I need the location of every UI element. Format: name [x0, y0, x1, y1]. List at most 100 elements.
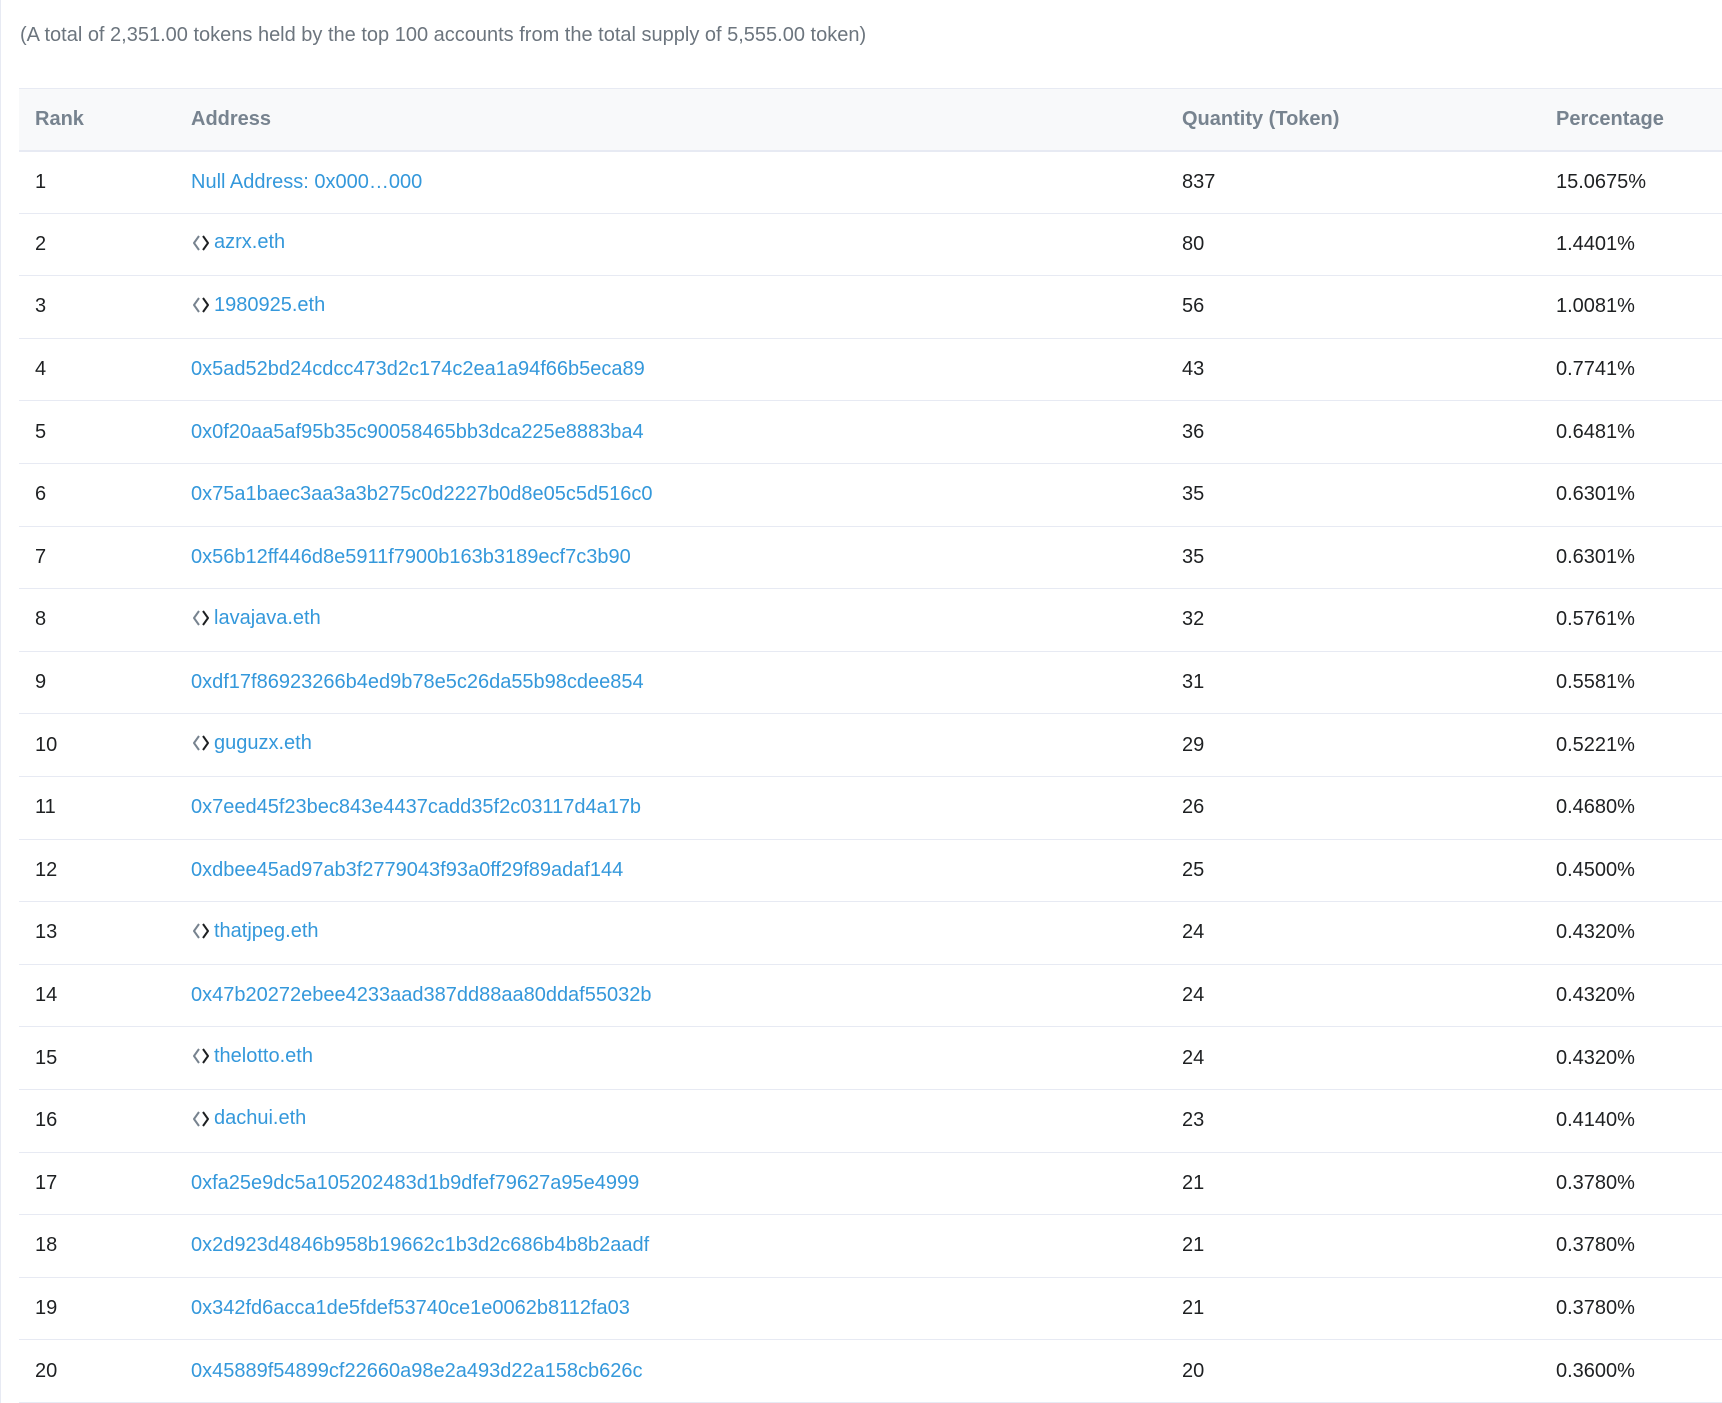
- address-link[interactable]: dachui.eth: [191, 1107, 306, 1130]
- quantity-cell: 31: [1166, 651, 1540, 714]
- address-text: thatjpeg.eth: [214, 919, 319, 942]
- percentage-value: 0.3780%: [1556, 1296, 1635, 1319]
- table-row: 12 0xdbee45ad97ab3f2779043f93a0ff29f89ad…: [19, 839, 1722, 902]
- quantity-value: 31: [1182, 671, 1205, 694]
- table-row: 20 0x45889f54899cf22660a98e2a493d22a158c…: [19, 1340, 1722, 1403]
- percentage-value: 0.4680%: [1556, 796, 1635, 819]
- percentage-value: 0.4320%: [1556, 921, 1635, 944]
- address-text: 0x47b20272ebee4233aad387dd88aa80ddaf5503…: [191, 984, 652, 1007]
- percentage-value: 1.4401%: [1556, 232, 1635, 255]
- percentage-cell: 0.6481%: [1540, 401, 1722, 464]
- address-link[interactable]: 0xdbee45ad97ab3f2779043f93a0ff29f89adaf1…: [191, 859, 623, 882]
- rank-value: 19: [35, 1296, 58, 1319]
- rank-cell: 9: [19, 651, 175, 714]
- ens-icon: [191, 734, 211, 752]
- address-link[interactable]: 1980925.eth: [191, 294, 325, 317]
- quantity-value: 43: [1182, 358, 1205, 381]
- ens-icon: [191, 296, 211, 314]
- address-link[interactable]: 0x0f20aa5af95b35c90058465bb3dca225e8883b…: [191, 421, 644, 444]
- percentage-value: 0.3780%: [1556, 1171, 1635, 1194]
- address-link[interactable]: guguzx.eth: [191, 732, 312, 755]
- rank-value: 13: [35, 921, 58, 944]
- address-cell: 0x5ad52bd24cdcc473d2c174c2ea1a94f66b5eca…: [175, 338, 1166, 401]
- table-row: 18 0x2d923d4846b958b19662c1b3d2c686b4b8b…: [19, 1215, 1722, 1278]
- percentage-cell: 0.3780%: [1540, 1215, 1722, 1278]
- address-link[interactable]: 0x342fd6acca1de5fdef53740ce1e0062b8112fa…: [191, 1297, 630, 1320]
- address-link[interactable]: 0x2d923d4846b958b19662c1b3d2c686b4b8b2aa…: [191, 1234, 649, 1257]
- rank-value: 10: [35, 733, 58, 756]
- percentage-cell: 0.3780%: [1540, 1152, 1722, 1215]
- address-link[interactable]: 0x47b20272ebee4233aad387dd88aa80ddaf5503…: [191, 984, 651, 1007]
- quantity-value: 80: [1182, 232, 1205, 255]
- percentage-cell: 0.6301%: [1540, 463, 1722, 526]
- percentage-value: 0.3600%: [1556, 1359, 1635, 1382]
- rank-cell: 7: [19, 526, 175, 589]
- percentage-value: 0.4500%: [1556, 858, 1635, 881]
- address-text: 1980925.eth: [214, 293, 326, 316]
- percentage-cell: 0.3780%: [1540, 1277, 1722, 1340]
- address-cell: 0x2d923d4846b958b19662c1b3d2c686b4b8b2aa…: [175, 1215, 1166, 1278]
- rank-cell: 2: [19, 213, 175, 276]
- address-link[interactable]: Null Address: 0x000…000: [191, 171, 422, 194]
- address-link[interactable]: 0x5ad52bd24cdcc473d2c174c2ea1a94f66b5eca…: [191, 358, 645, 381]
- table-row: 1 Null Address: 0x000…000 837 15.0675%: [19, 151, 1722, 214]
- rank-value: 11: [35, 796, 56, 819]
- percentage-cell: 0.5761%: [1540, 589, 1722, 652]
- percentage-value: 0.4320%: [1556, 984, 1635, 1007]
- percentage-cell: 0.4500%: [1540, 839, 1722, 902]
- address-text: 0xdf17f86923266b4ed9b78e5c26da55b98cdee8…: [191, 671, 644, 694]
- rank-cell: 4: [19, 338, 175, 401]
- percentage-value: 0.5221%: [1556, 733, 1635, 756]
- table-row: 8 lavajava.eth 32 0.5761%: [19, 589, 1722, 652]
- ens-icon: [191, 609, 211, 627]
- address-link[interactable]: lavajava.eth: [191, 607, 321, 630]
- address-cell: 0xdf17f86923266b4ed9b78e5c26da55b98cdee8…: [175, 651, 1166, 714]
- holders-table: Rank Address Quantity (Token) Percentage…: [19, 88, 1722, 1403]
- address-link[interactable]: 0x75a1baec3aa3a3b275c0d2227b0d8e05c5d516…: [191, 483, 653, 506]
- quantity-value: 56: [1182, 295, 1205, 318]
- rank-value: 3: [35, 295, 47, 318]
- percentage-value: 0.3780%: [1556, 1234, 1635, 1257]
- address-link[interactable]: 0xfa25e9dc5a105202483d1b9dfef79627a95e49…: [191, 1172, 639, 1195]
- rank-cell: 19: [19, 1277, 175, 1340]
- percentage-cell: 0.6301%: [1540, 526, 1722, 589]
- address-link[interactable]: thelotto.eth: [191, 1045, 313, 1068]
- ens-icon: [191, 1110, 211, 1128]
- percentage-value: 0.6481%: [1556, 420, 1635, 443]
- rank-value: 18: [35, 1234, 58, 1257]
- address-link[interactable]: 0x7eed45f23bec843e4437cadd35f2c03117d4a1…: [191, 796, 641, 819]
- rank-value: 12: [35, 858, 58, 881]
- quantity-cell: 25: [1166, 839, 1540, 902]
- address-text: 0x2d923d4846b958b19662c1b3d2c686b4b8b2aa…: [191, 1234, 650, 1257]
- table-row: 13 thatjpeg.eth 24 0.4320%: [19, 902, 1722, 965]
- address-cell: 0x7eed45f23bec843e4437cadd35f2c03117d4a1…: [175, 776, 1166, 839]
- address-cell: 0xfa25e9dc5a105202483d1b9dfef79627a95e49…: [175, 1152, 1166, 1215]
- table-row: 17 0xfa25e9dc5a105202483d1b9dfef79627a95…: [19, 1152, 1722, 1215]
- holders-summary: (A total of 2,351.00 tokens held by the …: [20, 24, 867, 46]
- table-row: 10 guguzx.eth 29 0.5221%: [19, 714, 1722, 777]
- address-text: guguzx.eth: [214, 731, 312, 754]
- quantity-value: 24: [1182, 921, 1205, 944]
- quantity-cell: 35: [1166, 526, 1540, 589]
- address-cell: lavajava.eth: [175, 589, 1166, 652]
- percentage-value: 0.5581%: [1556, 671, 1635, 694]
- quantity-cell: 23: [1166, 1089, 1540, 1152]
- percentage-cell: 0.7741%: [1540, 338, 1722, 401]
- percentage-value: 0.6301%: [1556, 483, 1635, 506]
- quantity-cell: 80: [1166, 213, 1540, 276]
- address-link[interactable]: 0x56b12ff446d8e5911f7900b163b3189ecf7c3b…: [191, 546, 631, 569]
- percentage-cell: 1.4401%: [1540, 213, 1722, 276]
- address-link[interactable]: thatjpeg.eth: [191, 920, 319, 943]
- percentage-cell: 15.0675%: [1540, 151, 1722, 214]
- rank-cell: 13: [19, 902, 175, 965]
- percentage-cell: 0.4320%: [1540, 964, 1722, 1027]
- quantity-value: 24: [1182, 1046, 1205, 1069]
- address-cell: dachui.eth: [175, 1089, 1166, 1152]
- address-link[interactable]: 0x45889f54899cf22660a98e2a493d22a158cb62…: [191, 1360, 643, 1383]
- address-link[interactable]: azrx.eth: [191, 231, 285, 254]
- address-link[interactable]: 0xdf17f86923266b4ed9b78e5c26da55b98cdee8…: [191, 671, 644, 694]
- quantity-value: 837: [1182, 170, 1216, 193]
- table-row: 11 0x7eed45f23bec843e4437cadd35f2c03117d…: [19, 776, 1722, 840]
- percentage-cell: 0.4680%: [1540, 776, 1722, 839]
- quantity-value: 21: [1182, 1234, 1205, 1257]
